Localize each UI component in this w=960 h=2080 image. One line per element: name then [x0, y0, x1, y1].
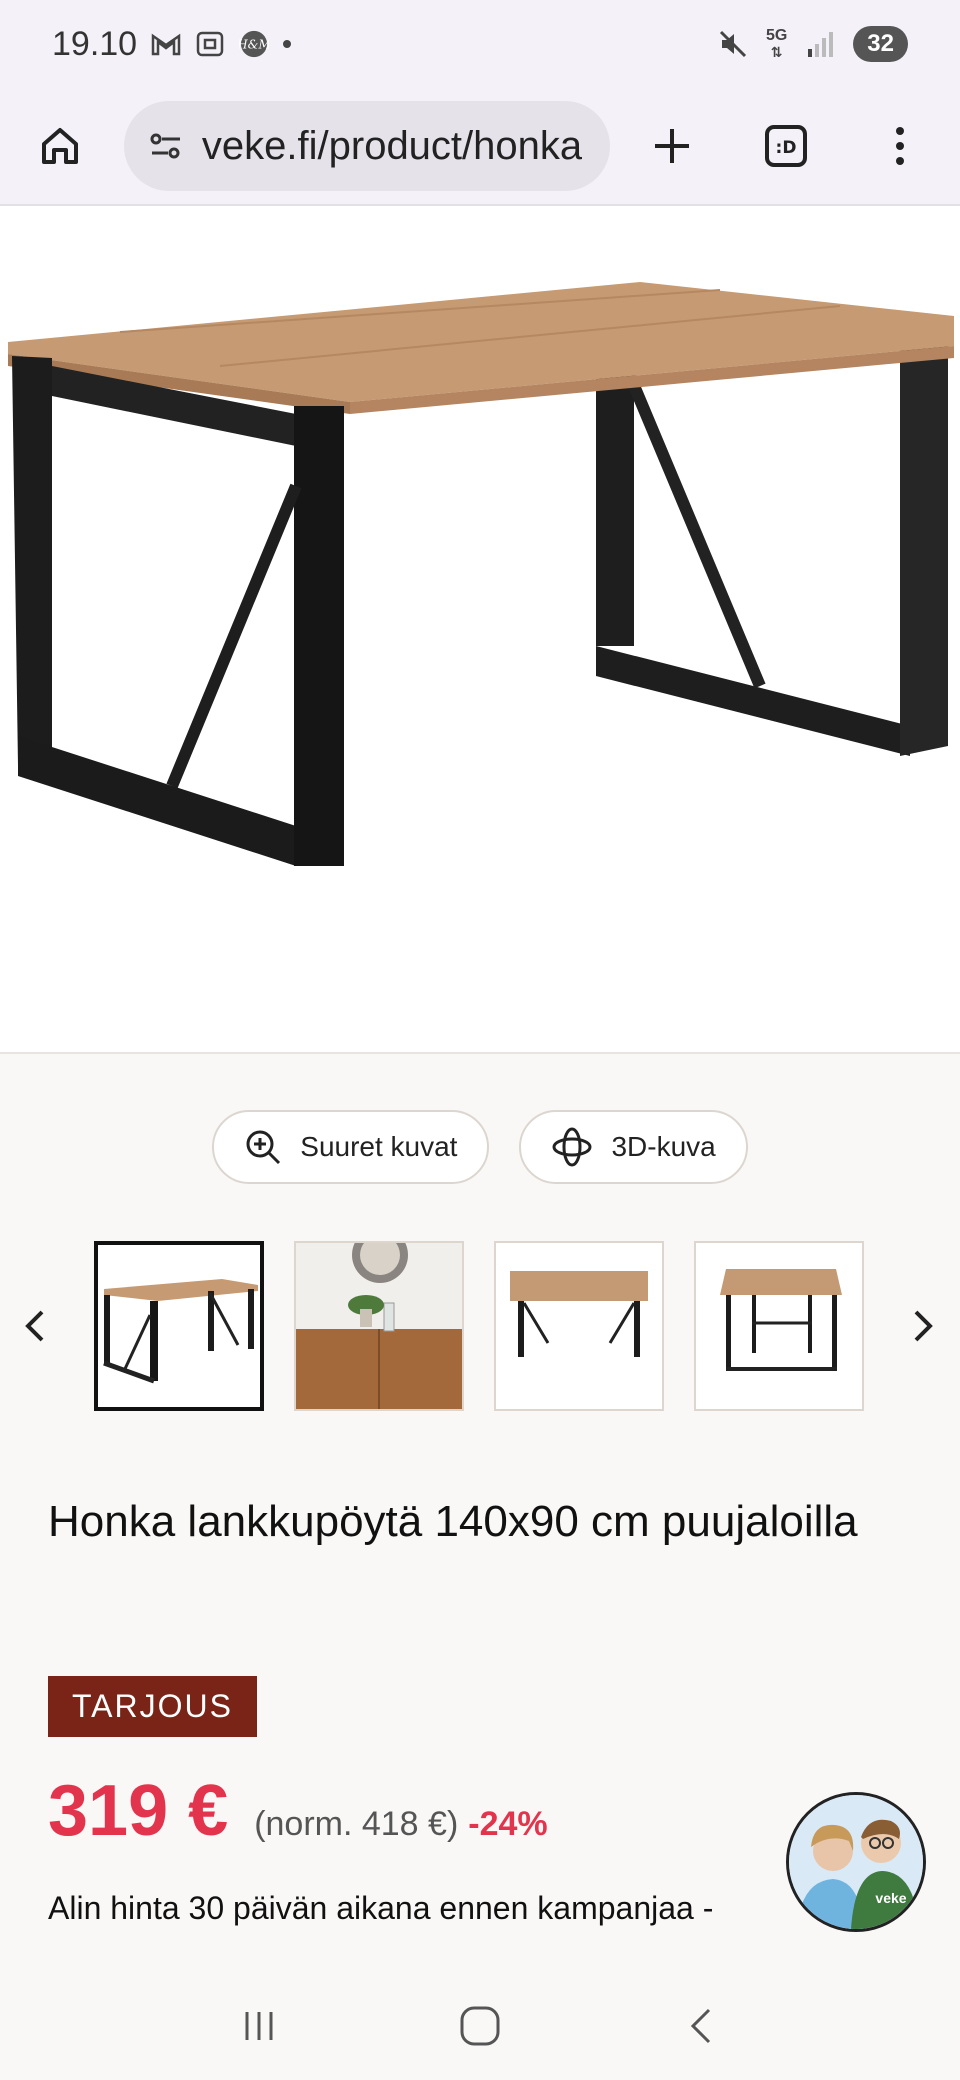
thumbnail-3[interactable] [494, 1241, 664, 1411]
url-text: veke.fi/product/honka [201, 123, 583, 168]
recent-apps-button[interactable] [239, 2006, 279, 2051]
thumbnail-4[interactable] [694, 1241, 864, 1411]
home-button[interactable] [26, 111, 94, 181]
product-main-image[interactable] [0, 206, 960, 1054]
new-tab-button[interactable] [638, 111, 706, 181]
system-navigation-bar [0, 1976, 960, 2080]
hm-app-icon: H&M [239, 30, 269, 58]
data-arrows-icon: ⇅ [770, 44, 783, 60]
browser-toolbar: veke.fi/product/honka :D [0, 88, 960, 206]
more-vert-icon [896, 127, 905, 165]
mute-icon [719, 30, 747, 58]
thumbnail-table-side-image [696, 1243, 862, 1409]
lowest-price-note: Alin hinta 30 päivän aikana ennen kampan… [48, 1890, 714, 1926]
discount-percent: -24% [468, 1805, 548, 1843]
chevron-left-icon [25, 1310, 44, 1342]
home-nav-icon [460, 2006, 500, 2045]
status-right: 5G ⇅ 32 [718, 26, 908, 62]
network-type: 5G [765, 27, 788, 44]
sale-price: 319 € [48, 1771, 229, 1851]
tab-switcher-button[interactable]: :D [752, 111, 820, 181]
signal-icon [808, 32, 834, 57]
site-settings-icon[interactable] [146, 126, 186, 166]
view-3d-label: 3D-kuva [611, 1131, 716, 1162]
recent-apps-icon [245, 2011, 273, 2040]
status-bar: 19.10 H&M 5G ⇅ 32 [0, 0, 960, 88]
view-3d-button[interactable]: 3D-kuva [519, 1110, 748, 1184]
carousel-next-button[interactable] [888, 1291, 958, 1361]
offer-badge: TARJOUS [48, 1676, 257, 1737]
back-nav-icon [690, 2008, 710, 2043]
thumbnail-1[interactable] [94, 1241, 264, 1411]
status-time: 19.10 [52, 24, 138, 63]
svg-text::D: :D [776, 138, 797, 158]
thumbnail-dining-image [296, 1243, 462, 1409]
home-icon [41, 128, 78, 164]
table-illustration [8, 282, 954, 866]
large-images-label: Suuret kuvat [300, 1131, 458, 1162]
price-row: 319 € (norm. 418 €) -24% [48, 1770, 548, 1852]
customer-service-avatar: veke [789, 1795, 923, 1929]
carousel-prev-button[interactable] [0, 1291, 70, 1361]
home-nav-button[interactable] [458, 2004, 502, 2053]
notification-dot-icon [283, 40, 292, 48]
thumbnail-2[interactable] [294, 1241, 464, 1411]
screenshot-icon [196, 31, 224, 57]
battery-indicator: 32 [853, 26, 908, 62]
tab-switcher-icon: :D [765, 125, 808, 167]
rotate-3d-icon [552, 1127, 592, 1167]
thumbnail-table-image [98, 1245, 260, 1407]
avatar-brand-text: veke [875, 1890, 906, 1906]
chat-widget-button[interactable]: veke [786, 1792, 926, 1932]
large-images-button[interactable]: Suuret kuvat [212, 1110, 490, 1184]
chevron-right-icon [914, 1310, 933, 1342]
thumbnail-table-front-image [496, 1243, 662, 1409]
gmail-icon [151, 33, 181, 56]
status-left: 19.10 H&M [52, 24, 292, 64]
menu-button[interactable] [866, 111, 934, 181]
product-title: Honka lankkupöytä 140x90 cm puujaloilla [48, 1497, 858, 1546]
plus-icon [655, 129, 690, 163]
normal-price: (norm. 418 €) [254, 1805, 459, 1843]
zoom-in-icon [246, 1130, 281, 1165]
network-indicator: 5G ⇅ [765, 27, 788, 61]
thumbnail-carousel [0, 1240, 960, 1412]
media-buttons: Suuret kuvat 3D-kuva [0, 1110, 960, 1184]
svg-text:H&M: H&M [239, 38, 269, 52]
back-nav-button[interactable] [681, 2004, 721, 2053]
address-bar[interactable]: veke.fi/product/honka [123, 101, 611, 191]
